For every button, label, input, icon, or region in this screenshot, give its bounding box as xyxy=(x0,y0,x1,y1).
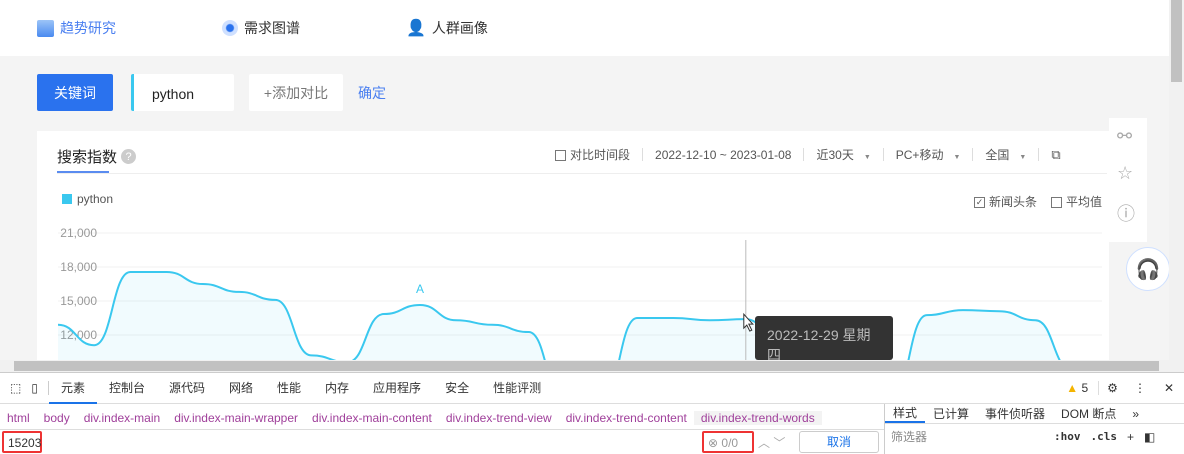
filter-input[interactable]: 筛选器 xyxy=(889,428,1044,445)
star-icon[interactable]: ☆ xyxy=(1117,163,1133,184)
find-bar: 15203 ⊗ 0/0 ︿ ﹀ 取消 xyxy=(0,430,884,454)
devtools-tab[interactable]: 源代码 xyxy=(157,372,217,404)
find-prev-next[interactable]: ︿ ﹀ xyxy=(758,434,785,451)
devtools-toolbar: ⬚ ▯ 元素 控制台 源代码 网络 性能 内存 应用程序 安全 性能评测 ▲ 5 ⚙ ⋮ ✕ xyxy=(0,372,1184,404)
styles-tab[interactable]: 样式 xyxy=(885,404,926,423)
caret-icon: ▼ xyxy=(953,154,961,161)
keyword-button[interactable]: 关键词 xyxy=(37,74,113,111)
nav-crowd[interactable]: 👤 人群画像 xyxy=(406,18,488,38)
divider xyxy=(57,173,1107,174)
find-count: ⊗ 0/0 xyxy=(702,431,754,453)
scroll-thumb[interactable] xyxy=(14,361,1159,371)
breadcrumb-item[interactable]: div.index-main xyxy=(77,411,167,425)
filters: 对比时间段 2022-12-10 ~ 2023-01-08 近30天 ▼ PC+移… xyxy=(555,146,1061,163)
scroll-thumb[interactable] xyxy=(1171,0,1182,82)
legend-python[interactable]: python xyxy=(62,192,113,206)
target-icon xyxy=(222,20,238,36)
warning-icon: ▲ xyxy=(1066,380,1079,395)
devtools-tab[interactable]: 性能评测 xyxy=(481,372,553,404)
styles-tab[interactable]: 已计算 xyxy=(925,405,977,422)
clear-icon[interactable]: ⊗ xyxy=(708,436,718,450)
card-title: 搜索指数? xyxy=(57,146,137,167)
keyword-input[interactable]: python xyxy=(131,74,234,111)
confirm-link[interactable]: 确定 xyxy=(358,83,386,103)
user-icon: 👤 xyxy=(406,20,426,37)
device-select[interactable]: PC+移动 ▼ xyxy=(896,146,961,163)
cls-toggle[interactable]: .cls xyxy=(1091,430,1118,443)
legend-swatch xyxy=(62,194,72,204)
nav-demand[interactable]: 需求图谱 xyxy=(222,18,300,38)
device-icon[interactable]: ▯ xyxy=(27,380,49,395)
find-input[interactable]: 15203 xyxy=(2,431,42,453)
period-select[interactable]: 近30天 ▼ xyxy=(816,146,870,163)
compare-period-checkbox[interactable]: 对比时间段 xyxy=(555,146,630,163)
breadcrumb-item[interactable]: body xyxy=(37,411,77,425)
sidebar-toggle-icon[interactable]: ◧ xyxy=(1144,430,1155,444)
styles-tab[interactable]: » xyxy=(1124,407,1147,421)
plus-icon[interactable]: + xyxy=(1127,430,1134,444)
trend-chart[interactable]: 21,00018,00015,00012,000A xyxy=(0,220,1109,360)
breadcrumb: html body div.index-main div.index-main-wra… xyxy=(0,406,884,430)
caret-icon: ▼ xyxy=(863,154,871,161)
help-circle-icon[interactable]: ⓘ xyxy=(1117,200,1135,226)
nav-trend[interactable]: 趋势研究 xyxy=(37,18,116,38)
caret-icon: ▼ xyxy=(1019,154,1027,161)
styles-tab[interactable]: 事件侦听器 xyxy=(977,405,1053,422)
devtools-tab[interactable]: 安全 xyxy=(433,372,481,404)
breadcrumb-item[interactable]: div.index-main-content xyxy=(305,411,439,425)
devtools-tab[interactable]: 内存 xyxy=(313,372,361,404)
styles-pane: 样式 已计算 事件侦听器 DOM 断点» 筛选器 :hov .cls + ◧ xyxy=(884,404,1184,454)
more-icon[interactable]: ⋮ xyxy=(1126,381,1154,395)
help-icon[interactable]: ? xyxy=(121,149,137,164)
checkbox-icon xyxy=(555,150,566,162)
y-tick-label: 15,000 xyxy=(60,294,97,308)
average-checkbox[interactable]: 平均值 xyxy=(1051,193,1102,210)
breadcrumb-item[interactable]: div.index-main-wrapper xyxy=(167,411,305,425)
export-icon[interactable]: ⧉ xyxy=(1051,147,1060,163)
styles-tab[interactable]: DOM 断点 xyxy=(1053,405,1124,422)
add-compare-button[interactable]: +添加对比 xyxy=(249,74,343,111)
customer-service-icon[interactable]: 🎧 xyxy=(1126,247,1170,291)
hov-toggle[interactable]: :hov xyxy=(1054,430,1081,443)
breadcrumb-item[interactable]: div.index-trend-content xyxy=(559,411,694,425)
news-annotation: A xyxy=(416,282,424,296)
breadcrumb-item[interactable]: div.index-trend-view xyxy=(439,411,559,425)
date-range[interactable]: 2022-12-10 ~ 2023-01-08 xyxy=(655,148,791,162)
checkbox-checked-icon: ✓ xyxy=(974,197,985,209)
gear-icon[interactable]: ⚙ xyxy=(1098,380,1126,395)
warning-count[interactable]: ▲ 5 xyxy=(1066,381,1098,395)
devtools-tab[interactable]: 控制台 xyxy=(97,372,157,404)
cancel-button[interactable]: 取消 xyxy=(799,431,879,453)
y-tick-label: 18,000 xyxy=(60,260,97,274)
close-icon[interactable]: ✕ xyxy=(1154,381,1184,395)
top-nav xyxy=(0,0,1169,56)
checkbox-icon xyxy=(1051,197,1063,209)
inspect-icon[interactable]: ⬚ xyxy=(0,381,27,395)
devtools-tab[interactable]: 应用程序 xyxy=(361,372,433,404)
devtools-tab[interactable]: 性能 xyxy=(265,372,313,404)
devtools-tab[interactable]: 元素 xyxy=(48,372,97,404)
tooltip-date: 2022-12-29 星期四 xyxy=(767,327,871,360)
breadcrumb-item[interactable]: div.index-trend-words xyxy=(693,410,822,425)
devtools-tab[interactable]: 网络 xyxy=(217,372,265,404)
chart-tooltip: 2022-12-29 星期四 python xyxy=(755,316,893,360)
breadcrumb-item[interactable]: html xyxy=(0,411,37,425)
share-icon[interactable]: ⚯ xyxy=(1117,126,1132,147)
region-select[interactable]: 全国 ▼ xyxy=(985,146,1026,163)
y-tick-label: 21,000 xyxy=(60,226,97,240)
trend-icon xyxy=(37,19,54,37)
news-checkbox[interactable]: ✓ 新闻头条 xyxy=(974,193,1037,210)
